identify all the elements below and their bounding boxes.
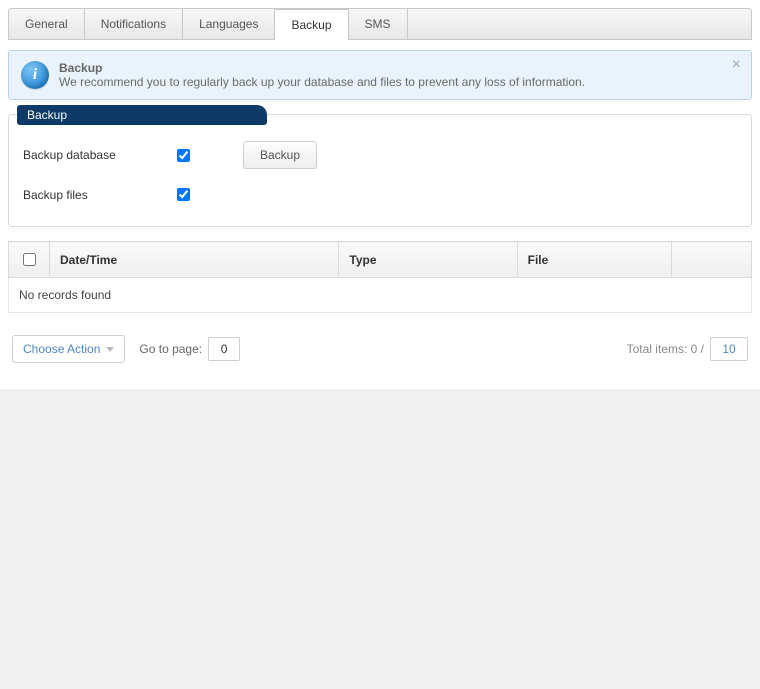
table-empty-text: No records found <box>9 278 752 313</box>
info-icon: i <box>21 61 49 89</box>
total-items-label: Total items: 0 / <box>627 342 704 356</box>
info-banner-body: We recommend you to regularly back up yo… <box>59 75 585 89</box>
col-type[interactable]: Type <box>339 242 517 278</box>
goto-page-input[interactable] <box>208 337 240 361</box>
col-datetime[interactable]: Date/Time <box>50 242 339 278</box>
tab-general[interactable]: General <box>9 9 85 39</box>
backup-panel: Backup Backup database Backup Backup fil… <box>8 114 752 227</box>
panel-title: Backup <box>17 105 267 125</box>
choose-action-button[interactable]: Choose Action <box>12 335 125 363</box>
backups-table: Date/Time Type File No records found <box>8 241 752 313</box>
chevron-down-icon <box>106 347 114 352</box>
close-icon[interactable]: × <box>732 57 741 73</box>
tab-notifications[interactable]: Notifications <box>85 9 183 39</box>
backup-files-label: Backup files <box>23 188 173 202</box>
choose-action-label: Choose Action <box>23 342 100 356</box>
goto-page-label: Go to page: <box>139 342 202 356</box>
backup-database-label: Backup database <box>23 148 173 162</box>
backup-button[interactable]: Backup <box>243 141 317 169</box>
table-footer: Choose Action Go to page: Total items: 0… <box>8 327 752 379</box>
backup-database-checkbox[interactable] <box>177 149 190 162</box>
col-actions <box>672 242 752 278</box>
tab-languages[interactable]: Languages <box>183 9 275 39</box>
info-banner: i Backup We recommend you to regularly b… <box>8 50 752 100</box>
info-banner-title: Backup <box>59 61 585 75</box>
per-page-box[interactable]: 10 <box>710 337 748 361</box>
tab-backup[interactable]: Backup <box>275 9 348 40</box>
backup-files-checkbox[interactable] <box>177 188 190 201</box>
col-file[interactable]: File <box>517 242 671 278</box>
select-all-checkbox[interactable] <box>23 253 36 266</box>
tabs-bar: General Notifications Languages Backup S… <box>8 8 752 40</box>
tab-sms[interactable]: SMS <box>349 9 408 39</box>
